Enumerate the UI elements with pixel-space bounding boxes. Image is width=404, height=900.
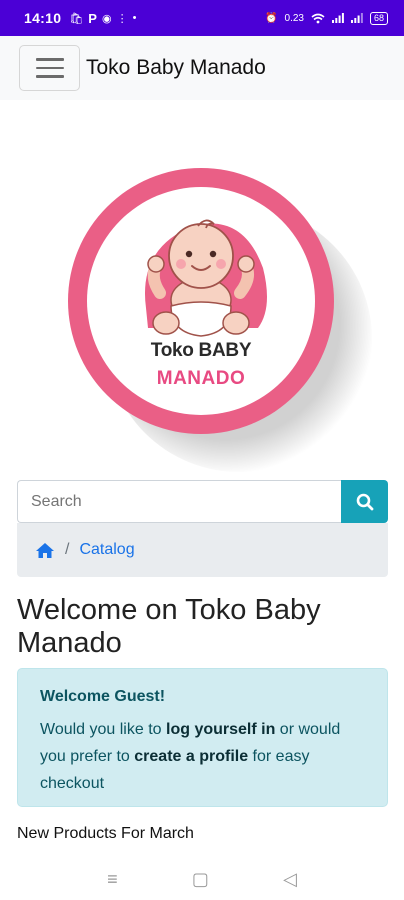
search-icon (356, 493, 373, 510)
status-time: 14:10 (24, 10, 62, 26)
android-nav-bar: ≡ ▢ ◁ (0, 858, 404, 900)
notification-icons: 🛍 P ◉ ⋮ • (69, 11, 136, 26)
hamburger-icon (35, 58, 64, 61)
dots-icon: ⋮ (116, 12, 128, 25)
breadcrumb-catalog-link[interactable]: Catalog (79, 541, 134, 559)
recent-apps-icon[interactable]: ≡ (107, 869, 118, 890)
hamburger-line (35, 75, 64, 78)
bag-icon: 🛍 (69, 12, 84, 25)
home-button-icon[interactable]: ▢ (192, 869, 209, 890)
welcome-alert: Welcome Guest! Would you like to log you… (17, 668, 388, 807)
section-title: New Products For March (17, 825, 194, 842)
alert-body: Would you like to log yourself in or wou… (40, 716, 365, 797)
status-bar: 14:10 🛍 P ◉ ⋮ • ⏰ 0.23 68 (0, 0, 404, 36)
search-input[interactable] (17, 480, 341, 523)
search-form (17, 480, 388, 523)
system-icons: ⏰ 0.23 68 (265, 11, 388, 25)
wifi-icon (311, 13, 325, 23)
alarm-icon: ⏰ (265, 12, 278, 24)
dot-icon: • (132, 12, 137, 24)
shop-logo[interactable]: Toko BABY MANADO (68, 168, 372, 472)
login-link[interactable]: log yourself in (166, 721, 275, 738)
p-icon: P (88, 10, 97, 26)
search-button[interactable] (341, 480, 388, 523)
create-profile-link[interactable]: create a profile (134, 748, 248, 765)
menu-toggle-button[interactable] (19, 45, 80, 91)
alert-text: Would you like to (40, 721, 166, 738)
signal-icon (350, 13, 363, 23)
breadcrumb: / Catalog (17, 523, 388, 577)
back-icon[interactable]: ◁ (283, 869, 297, 890)
logo-text-toko-baby: Toko BABY (150, 340, 252, 361)
home-icon[interactable] (35, 542, 55, 559)
battery-icon: 68 (369, 11, 388, 25)
breadcrumb-separator: / (65, 541, 70, 558)
messenger-icon: ◉ (101, 12, 112, 25)
signal-icon (331, 13, 344, 23)
logo-text-manado: MANADO (156, 368, 246, 389)
data-speed: 0.23 (284, 12, 304, 24)
alert-heading: Welcome Guest! (40, 688, 166, 705)
page-title: Welcome on Toko Baby Manado (17, 594, 321, 659)
hamburger-line (35, 66, 64, 70)
site-brand[interactable]: Toko Baby Manado (86, 56, 266, 80)
navbar: Toko Baby Manado (0, 36, 404, 100)
baby-icon (144, 219, 267, 337)
